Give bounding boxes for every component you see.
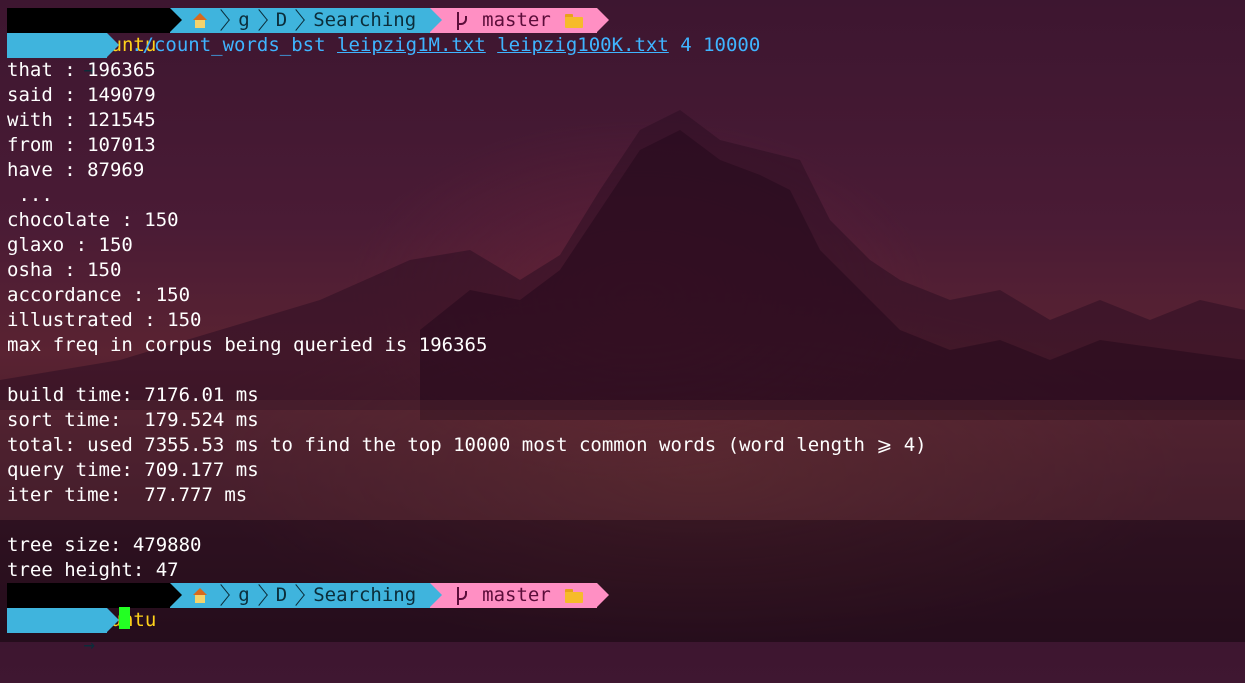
path-separator-icon — [295, 8, 305, 33]
path-separator-icon — [258, 8, 268, 33]
output-line: that : 196365 — [7, 59, 156, 81]
home-icon — [192, 587, 208, 604]
output-line: total: used 7355.53 ms to find the top 1… — [7, 434, 927, 456]
prompt-path-segment: g D Searching — [170, 8, 442, 33]
branch-icon — [454, 11, 468, 30]
prompt-git-segment: master — [430, 583, 609, 608]
path-part: g — [238, 584, 250, 606]
prompt-symbol: → — [83, 634, 96, 656]
prompt-arrow-segment: → — [7, 608, 120, 656]
path-separator-icon — [295, 583, 305, 608]
output-line: osha : 150 — [7, 259, 122, 281]
input-line[interactable]: → — [7, 607, 131, 656]
folder-icon — [564, 13, 583, 28]
command-line: → ./count_words_bst leipzig1M.txt leipzi… — [7, 33, 760, 81]
output-line: query time: 709.177 ms — [7, 459, 259, 481]
output-line: accordance : 150 — [7, 284, 191, 306]
prompt-git-segment: master — [430, 8, 609, 33]
path-part: Searching — [313, 9, 417, 31]
output-line: with : 121545 — [7, 109, 156, 131]
command-text: ./count_words_bst leipzig1M.txt leipzig1… — [107, 33, 760, 58]
command-file-link[interactable]: leipzig1M.txt — [337, 34, 486, 56]
prompt-arrow-segment: → — [7, 33, 120, 81]
output-line: illustrated : 150 — [7, 309, 202, 331]
path-separator-icon — [258, 583, 268, 608]
prompt-user-segment: ubuntu — [7, 8, 183, 56]
path-part: Searching — [313, 584, 417, 606]
path-separator-icon — [220, 8, 230, 33]
path-part: g — [238, 9, 250, 31]
git-branch: master — [482, 9, 551, 31]
folder-icon — [564, 588, 583, 603]
output-line: max freq in corpus being queried is 1963… — [7, 334, 488, 356]
output-line: said : 149079 — [7, 84, 156, 106]
command-args: 4 10000 — [680, 34, 761, 56]
path-part: D — [275, 9, 288, 31]
output-line: glaxo : 150 — [7, 234, 133, 256]
output-line: ... — [7, 184, 53, 206]
prompt-bar: ubuntu g D Searching master — [7, 8, 609, 56]
git-branch: master — [482, 584, 551, 606]
branch-icon — [454, 586, 468, 605]
text-cursor[interactable] — [119, 607, 131, 629]
prompt-user-segment: ubuntu — [7, 583, 183, 631]
prompt-path-segment: g D Searching — [170, 583, 442, 608]
output-line: iter time: 77.777 ms — [7, 484, 248, 506]
command-program: ./count_words_bst — [131, 34, 326, 56]
output-line: tree size: 479880 — [7, 534, 202, 556]
output-line: sort time: 179.524 ms — [7, 409, 259, 431]
output-line: build time: 7176.01 ms — [7, 384, 259, 406]
path-part: D — [275, 584, 288, 606]
output-line: chocolate : 150 — [7, 209, 179, 231]
path-separator-icon — [220, 583, 230, 608]
command-file-link[interactable]: leipzig100K.txt — [497, 34, 669, 56]
terminal-window[interactable]: ubuntu g D Searching master → ./count_wo… — [0, 0, 1245, 656]
home-icon — [192, 12, 208, 29]
prompt-bar: ubuntu g D Searching master — [7, 583, 609, 631]
output-line: from : 107013 — [7, 134, 156, 156]
output-line: tree height: 47 — [7, 559, 179, 581]
output-line: have : 87969 — [7, 159, 145, 181]
